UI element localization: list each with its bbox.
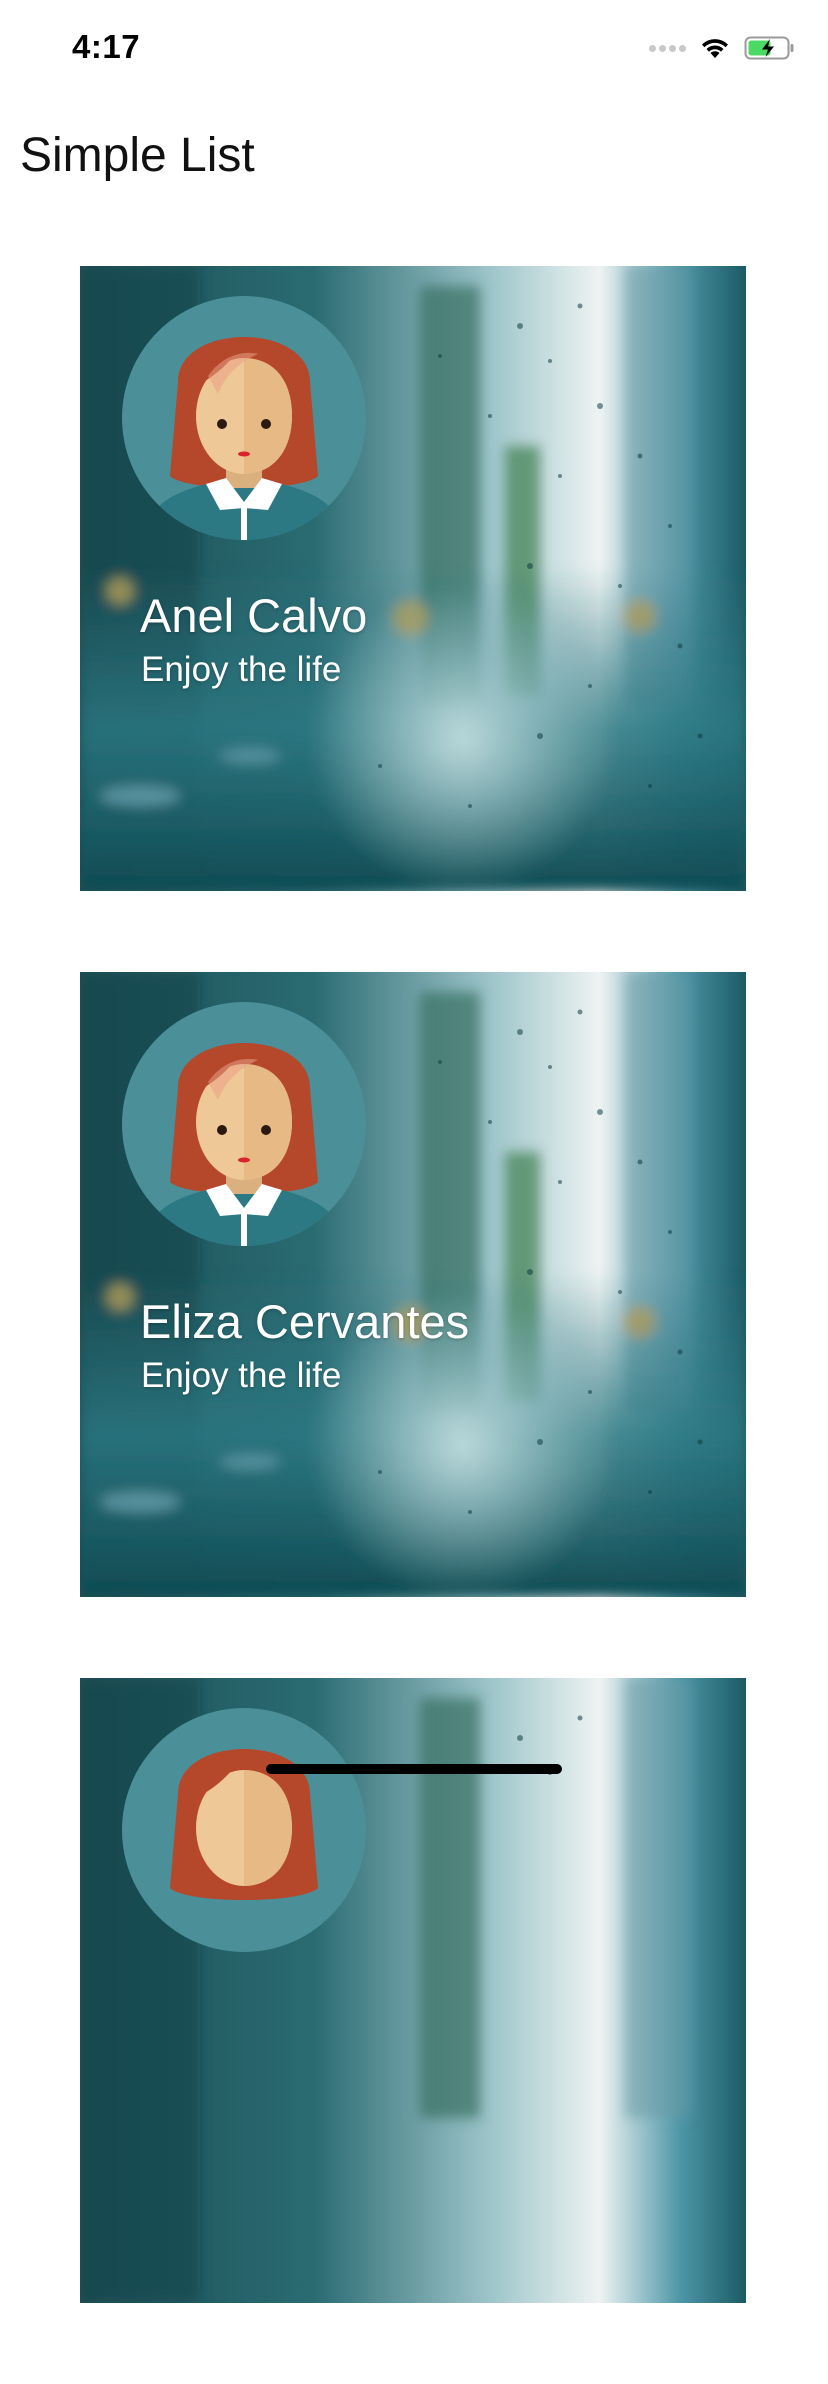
card-tagline: Enjoy the life [141, 1356, 342, 1395]
page-title: Simple List [20, 129, 255, 182]
profile-list[interactable]: Anel Calvo Enjoy the life Eliza Cervante… [80, 266, 746, 2384]
avatar [122, 296, 366, 540]
avatar [122, 1708, 366, 1952]
status-time: 4:17 [72, 28, 141, 65]
wifi-icon [702, 39, 728, 58]
card-tagline: Enjoy the life [141, 650, 342, 689]
card-name: Eliza Cervantes [140, 1295, 470, 1348]
list-item[interactable]: Eliza Cervantes Enjoy the life [80, 972, 746, 1597]
list-item[interactable]: Anel Calvo Enjoy the life [80, 266, 746, 891]
home-indicator[interactable] [266, 1764, 562, 1774]
status-bar: 4:17 [0, 0, 828, 100]
cellular-signal-icon [649, 44, 686, 52]
card-name: Anel Calvo [140, 589, 368, 642]
battery-charging-icon [744, 36, 794, 60]
status-icons [649, 36, 796, 60]
avatar [122, 1002, 366, 1246]
